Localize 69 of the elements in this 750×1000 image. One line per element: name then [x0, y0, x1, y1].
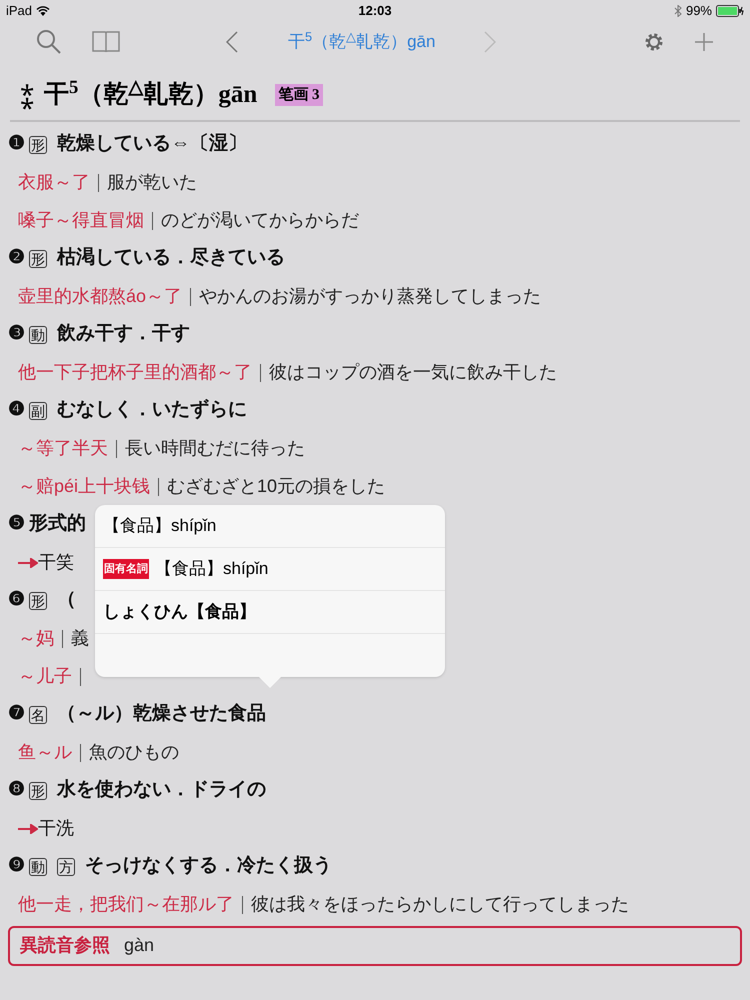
proper-noun-tag: 固有名詞 — [103, 558, 149, 580]
part-of-speech-tag: 方 — [57, 858, 75, 876]
sense-definition: 水を使わない．ドライの — [57, 778, 266, 802]
book-icon[interactable] — [92, 30, 120, 54]
sense-number: ❺ — [8, 512, 25, 536]
nav-title: 干$^{5}$（乾$^{△}$乹乾）gān — [288, 29, 436, 54]
example-translation: 魚のひもの — [89, 741, 179, 764]
sense-definition: 枯渇している．尽きている — [57, 246, 285, 270]
alt-reading-label: 異読音参照 — [20, 934, 110, 957]
sense-definition: そっけなくする．冷たく扱う — [85, 854, 332, 878]
sense-number: ❸ — [8, 322, 25, 346]
part-of-speech-tag: 副 — [29, 402, 47, 420]
example-translation: むざむざと10元の損をした — [167, 475, 386, 498]
sense-number: ❼ — [8, 702, 25, 726]
sense-number: ❶ — [8, 132, 25, 156]
part-of-speech-tag: 形 — [29, 250, 47, 268]
cross-reference-link[interactable]: 干笑 — [38, 549, 74, 576]
example-chinese: ～等了半天 — [18, 437, 108, 460]
search-icon[interactable] — [36, 29, 62, 55]
sense-definition: （～ル）乾燥させた食品 — [57, 702, 266, 726]
clock-time: 12:03 — [358, 2, 392, 20]
headword: 干$^{5}$（乾$^{△}$乹乾）gān — [44, 76, 258, 110]
stroke-count-badge: 笔画 3 — [275, 84, 323, 106]
sense-number: ❾ — [8, 854, 25, 878]
part-of-speech-tag: 動 — [29, 326, 47, 344]
sense-number: ❹ — [8, 398, 25, 422]
sense-definition: （ — [57, 588, 76, 612]
example-translation: のどが渇いてからからだ — [161, 209, 359, 232]
part-of-speech-tag: 動 — [29, 858, 47, 876]
example-translation: 義 — [71, 627, 89, 650]
bluetooth-icon — [674, 5, 682, 17]
alt-reading-link[interactable]: gàn — [124, 932, 154, 959]
example-chinese: 壶里的水都熬áo～了 — [18, 285, 182, 308]
sense-number: ❷ — [8, 246, 25, 270]
popover-item[interactable]: 固有名詞 【食品】shípǐn — [95, 548, 445, 591]
example-chinese: ～赔péi上十块钱 — [18, 475, 150, 498]
example-chinese: ～儿子 — [18, 665, 72, 688]
example-translation: 服が乾いた — [107, 171, 197, 194]
arrow-icon — [18, 558, 38, 568]
example-chinese: 他一走，把我们～在那ル了 — [18, 893, 234, 916]
sense-number: ❽ — [8, 778, 25, 802]
sense-definition: 乾燥している⇔〔湿〕 — [57, 132, 247, 156]
example-translation: やかんのお湯がすっかり蒸発してしまった — [199, 285, 542, 308]
part-of-speech-tag: 形 — [29, 592, 47, 610]
add-icon[interactable] — [694, 32, 714, 52]
sense-definition: むなしく．いたずらに — [57, 398, 247, 422]
cross-reference-link[interactable]: 干洗 — [38, 815, 74, 842]
example-translation: 長い時間むだに待った — [125, 437, 305, 460]
sense-definition: 形式的 — [29, 512, 86, 536]
battery-icon — [716, 5, 744, 17]
example-chinese: 衣服～了 — [18, 171, 90, 194]
device-name: iPad — [6, 2, 32, 20]
sense-number: ❻ — [8, 588, 25, 612]
asterisk-mark: ⁑ — [20, 82, 34, 108]
example-chinese: ～妈 — [18, 627, 54, 650]
example-translation: 彼は我々をほったらかしにして行ってしまった — [251, 893, 629, 916]
wifi-icon — [36, 6, 50, 16]
example-translation: 彼はコップの酒を一気に飲み干した — [269, 361, 557, 384]
popover-item[interactable]: 【食品】shípǐn — [95, 505, 445, 548]
example-chinese: 他一下子把杯子里的酒都～了 — [18, 361, 252, 384]
example-chinese: 嗓子～得直冒烟 — [18, 209, 144, 232]
arrow-icon — [18, 824, 38, 834]
part-of-speech-tag: 形 — [29, 782, 47, 800]
sense-definition: 飲み干す．干す — [57, 322, 190, 346]
popover-item[interactable]: しょくひん【食品】 — [95, 591, 445, 634]
part-of-speech-tag: 名 — [29, 706, 47, 724]
part-of-speech-tag: 形 — [29, 136, 47, 154]
battery-percent: 99% — [686, 2, 712, 20]
example-chinese: 鱼～ル — [18, 741, 72, 764]
